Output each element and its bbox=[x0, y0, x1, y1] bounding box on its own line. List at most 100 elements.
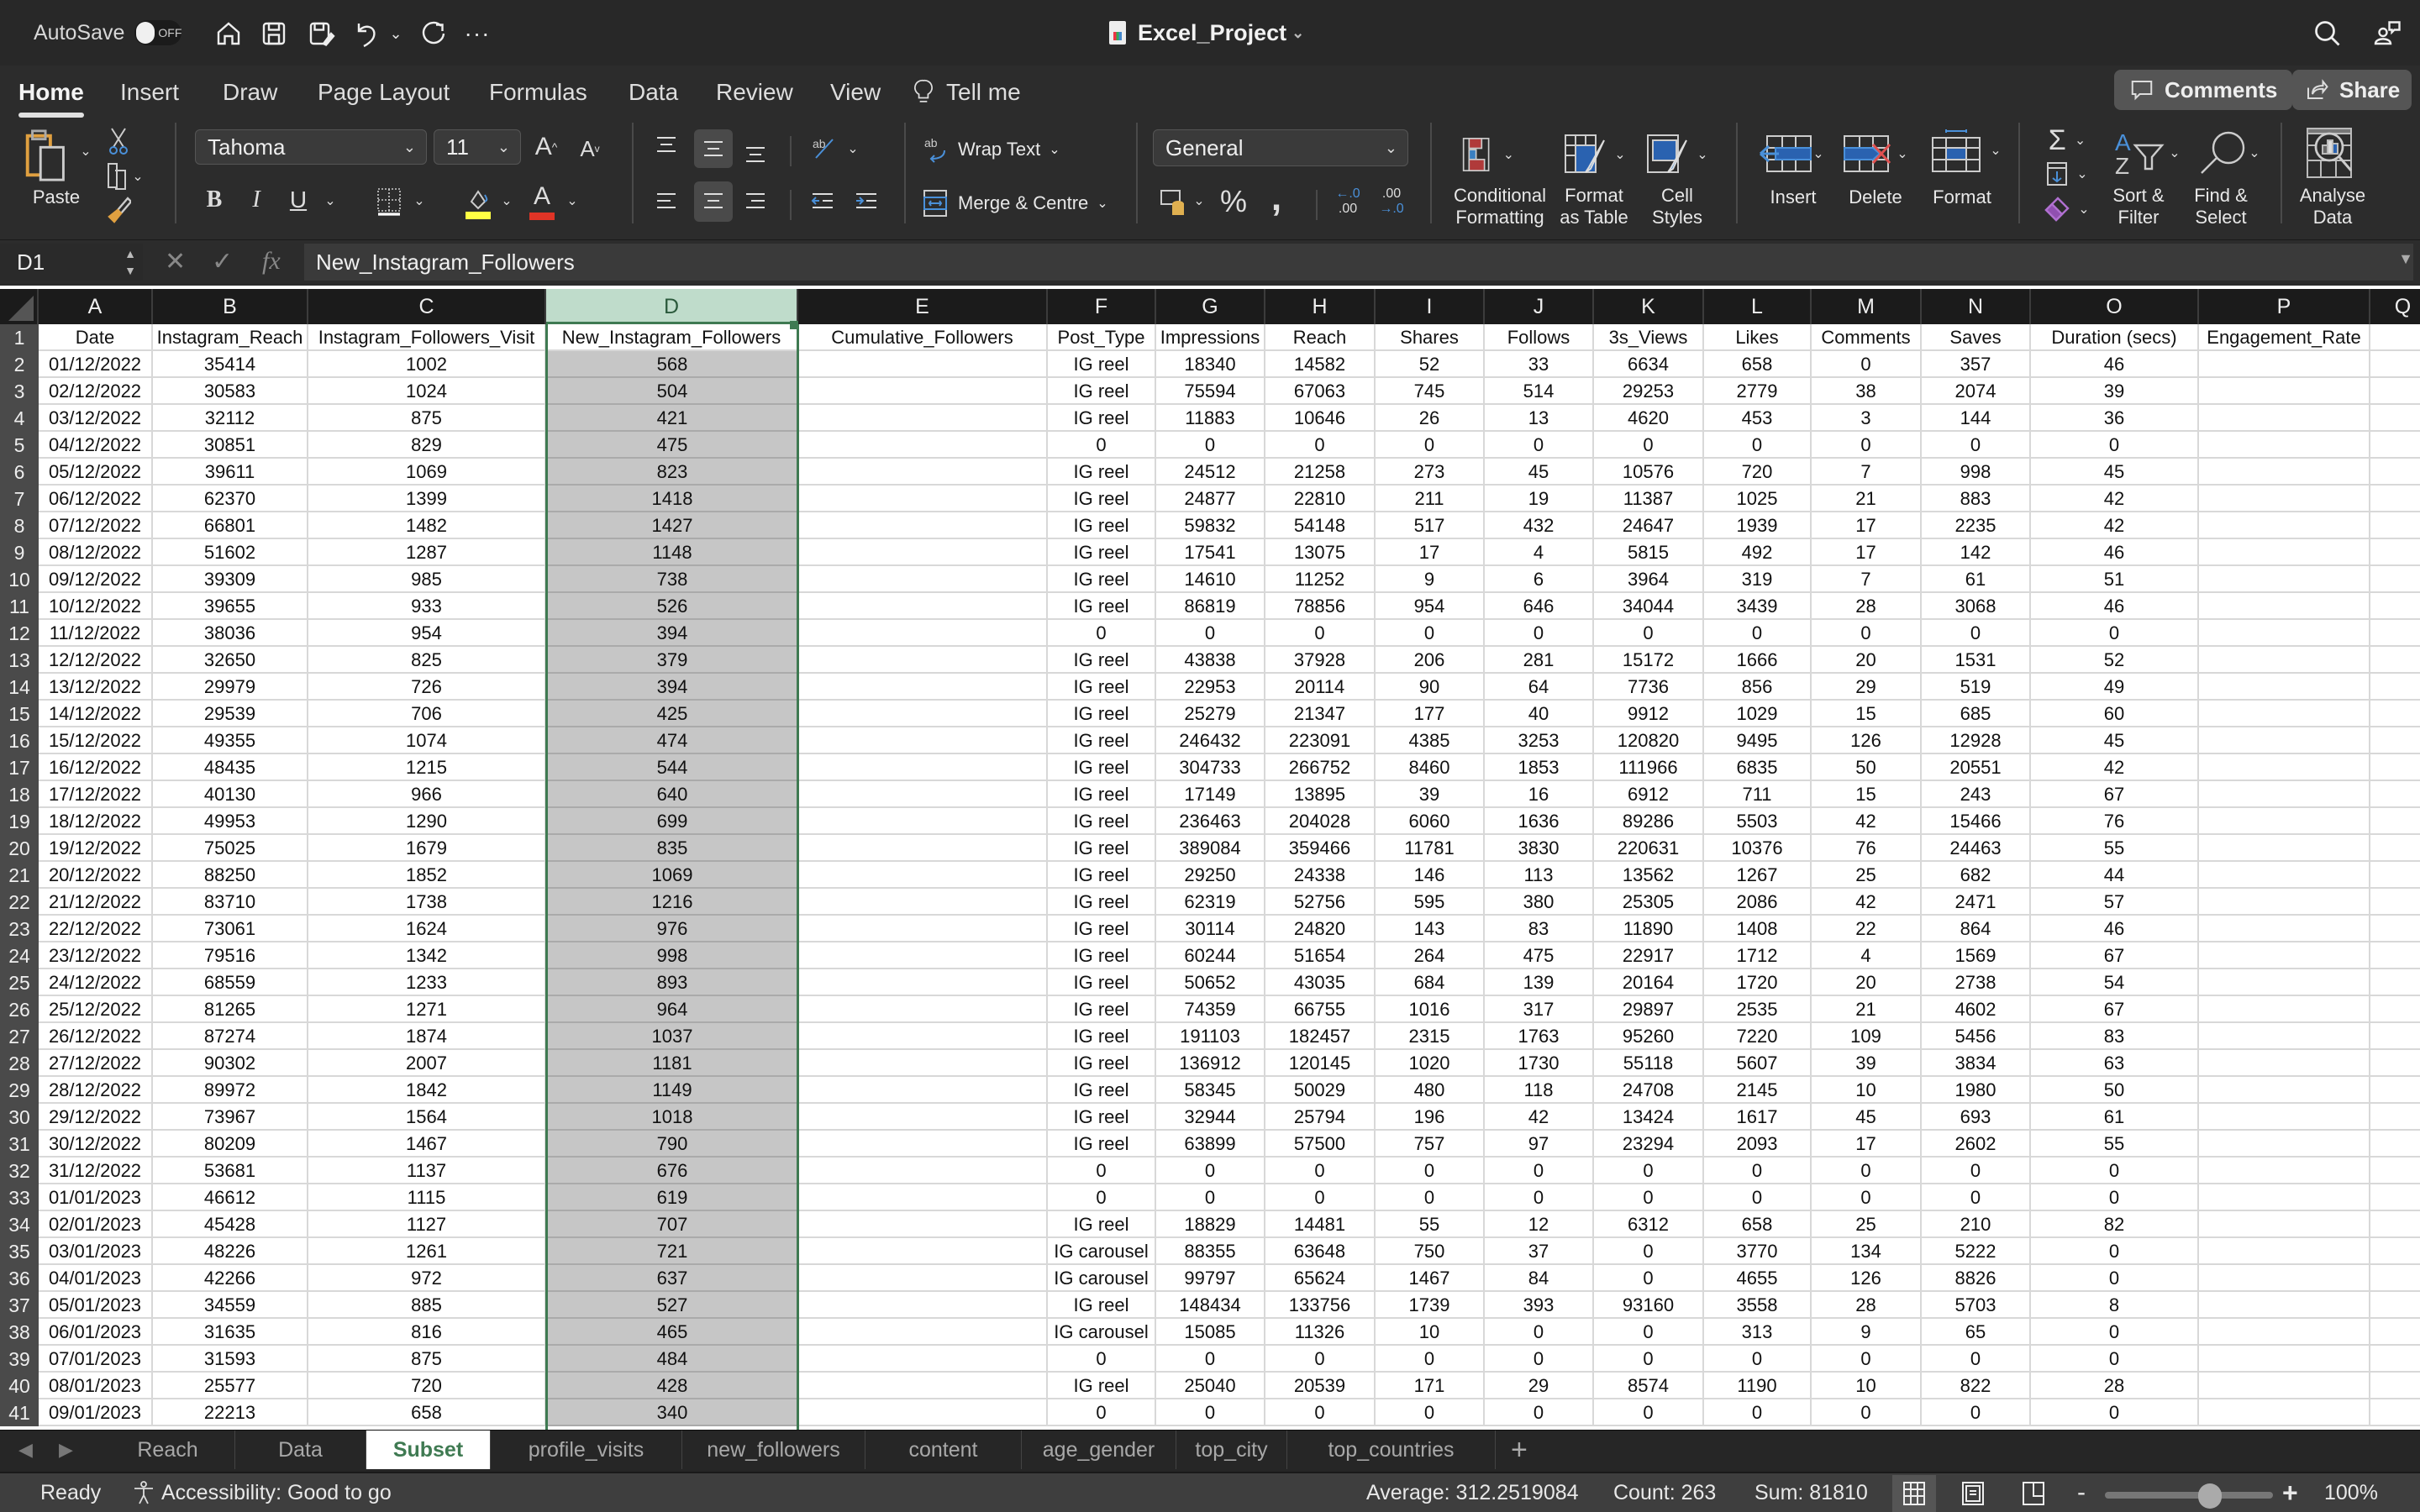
cell[interactable] bbox=[798, 1238, 1048, 1265]
cell[interactable]: 3770 bbox=[1704, 1238, 1812, 1265]
cell[interactable]: 1148 bbox=[546, 539, 798, 566]
cell[interactable]: IG reel bbox=[1048, 1373, 1156, 1399]
cell[interactable]: 380 bbox=[1485, 889, 1594, 916]
underline-dropdown-icon[interactable]: ⌄ bbox=[323, 188, 338, 213]
delete-cells-icon[interactable]: ⌄ bbox=[1840, 133, 1911, 175]
cell[interactable] bbox=[798, 459, 1048, 486]
row-header[interactable]: 6 bbox=[0, 459, 39, 486]
cell[interactable]: 0 bbox=[1922, 620, 2031, 647]
cell[interactable]: 04/12/2022 bbox=[39, 432, 153, 459]
cell[interactable]: 83 bbox=[2031, 1023, 2199, 1050]
cell[interactable]: 3834 bbox=[1922, 1050, 2031, 1077]
header-cell[interactable]: Follows bbox=[1485, 324, 1594, 351]
align-top-icon[interactable] bbox=[654, 129, 679, 163]
normal-view-button[interactable] bbox=[1892, 1475, 1936, 1512]
cell[interactable]: 0 bbox=[1265, 620, 1376, 647]
autosum-icon[interactable]: Σ ⌄ bbox=[2042, 124, 2092, 156]
cell[interactable]: 31635 bbox=[153, 1319, 308, 1346]
cell[interactable] bbox=[798, 916, 1048, 942]
cell[interactable]: 1025 bbox=[1704, 486, 1812, 512]
cell[interactable]: 10376 bbox=[1704, 835, 1812, 862]
cell[interactable]: 30851 bbox=[153, 432, 308, 459]
cell[interactable]: 97 bbox=[1485, 1131, 1594, 1158]
cell[interactable]: 266752 bbox=[1265, 754, 1376, 781]
cell[interactable]: IG reel bbox=[1048, 1292, 1156, 1319]
sheet-tab-subset[interactable]: Subset bbox=[366, 1431, 491, 1469]
cell[interactable] bbox=[2199, 1077, 2370, 1104]
cell[interactable]: 0 bbox=[1376, 1158, 1485, 1184]
cell[interactable]: 11781 bbox=[1376, 835, 1485, 862]
cell-styles-label[interactable]: Cell Styles bbox=[1644, 185, 1711, 228]
cell[interactable]: 0 bbox=[1376, 1346, 1485, 1373]
cell[interactable] bbox=[798, 1319, 1048, 1346]
cell[interactable]: 1564 bbox=[308, 1104, 546, 1131]
cell[interactable]: 20539 bbox=[1265, 1373, 1376, 1399]
sort-filter-label[interactable]: Sort & Filter bbox=[2101, 185, 2176, 228]
cell[interactable]: 23/12/2022 bbox=[39, 942, 153, 969]
cell[interactable]: 1181 bbox=[546, 1050, 798, 1077]
cell[interactable]: 89972 bbox=[153, 1077, 308, 1104]
column-header-l[interactable]: L bbox=[1704, 289, 1812, 324]
header-cell[interactable]: Duration (secs) bbox=[2031, 324, 2199, 351]
cell[interactable]: 08/01/2023 bbox=[39, 1373, 153, 1399]
cell[interactable]: 95260 bbox=[1594, 1023, 1704, 1050]
cell[interactable]: 111966 bbox=[1594, 754, 1704, 781]
cell[interactable]: 144 bbox=[1922, 405, 2031, 432]
cell[interactable] bbox=[2370, 996, 2420, 1023]
cell[interactable]: 1215 bbox=[308, 754, 546, 781]
cell[interactable]: 136912 bbox=[1156, 1050, 1265, 1077]
cell[interactable]: 425 bbox=[546, 701, 798, 727]
cell[interactable]: 196 bbox=[1376, 1104, 1485, 1131]
cell[interactable]: 45428 bbox=[153, 1211, 308, 1238]
sheet-tab-age-gender[interactable]: age_gender bbox=[1022, 1431, 1176, 1469]
sheet-tab-top-countries[interactable]: top_countries bbox=[1287, 1431, 1496, 1469]
cell[interactable]: 57500 bbox=[1265, 1131, 1376, 1158]
cell[interactable]: 17 bbox=[1812, 1131, 1922, 1158]
row-header[interactable]: 30 bbox=[0, 1104, 39, 1131]
zoom-slider[interactable] bbox=[2105, 1492, 2273, 1499]
cell[interactable] bbox=[2199, 1184, 2370, 1211]
cell[interactable]: 0 bbox=[1485, 1158, 1594, 1184]
cell[interactable]: 89286 bbox=[1594, 808, 1704, 835]
zoom-level[interactable]: 100% bbox=[2324, 1473, 2378, 1512]
align-left-icon[interactable] bbox=[654, 185, 679, 218]
cell[interactable]: 658 bbox=[308, 1399, 546, 1426]
cell[interactable]: 0 bbox=[2031, 1238, 2199, 1265]
cell[interactable] bbox=[798, 1265, 1048, 1292]
cell[interactable]: 04/01/2023 bbox=[39, 1265, 153, 1292]
cell[interactable]: 46 bbox=[2031, 916, 2199, 942]
cell[interactable]: 1730 bbox=[1485, 1050, 1594, 1077]
row-header[interactable]: 31 bbox=[0, 1131, 39, 1158]
cell[interactable]: 236463 bbox=[1156, 808, 1265, 835]
cell[interactable]: 0 bbox=[1048, 1184, 1156, 1211]
cell[interactable]: 1074 bbox=[308, 727, 546, 754]
row-header[interactable]: 4 bbox=[0, 405, 39, 432]
tab-home[interactable]: Home bbox=[18, 76, 84, 118]
cell[interactable]: 0 bbox=[1812, 432, 1922, 459]
cell[interactable]: 29250 bbox=[1156, 862, 1265, 889]
cell[interactable]: 0 bbox=[1594, 1346, 1704, 1373]
accounting-format-icon[interactable] bbox=[1158, 185, 1188, 218]
cell[interactable]: 88355 bbox=[1156, 1238, 1265, 1265]
cell[interactable]: 21258 bbox=[1265, 459, 1376, 486]
cell[interactable]: 0 bbox=[1156, 1158, 1265, 1184]
cell[interactable]: 0 bbox=[1048, 432, 1156, 459]
cell[interactable]: 1342 bbox=[308, 942, 546, 969]
cell[interactable]: 357 bbox=[1922, 351, 2031, 378]
cell[interactable]: IG reel bbox=[1048, 539, 1156, 566]
cell[interactable]: 864 bbox=[1922, 916, 2031, 942]
cell[interactable]: 54148 bbox=[1265, 512, 1376, 539]
cell[interactable]: 3 bbox=[1812, 405, 1922, 432]
cell[interactable]: 1427 bbox=[546, 512, 798, 539]
cell[interactable]: 0 bbox=[1812, 1184, 1922, 1211]
cell[interactable] bbox=[2199, 539, 2370, 566]
cell[interactable]: 1267 bbox=[1704, 862, 1812, 889]
cell[interactable]: 264 bbox=[1376, 942, 1485, 969]
header-cell[interactable] bbox=[2370, 324, 2420, 351]
cell[interactable]: 7736 bbox=[1594, 674, 1704, 701]
sheet-tab-data[interactable]: Data bbox=[235, 1431, 366, 1469]
cell[interactable]: 10 bbox=[1376, 1319, 1485, 1346]
fill-color-dropdown-icon[interactable]: ⌄ bbox=[499, 188, 514, 213]
cell[interactable] bbox=[2370, 1373, 2420, 1399]
column-header-q[interactable]: Q bbox=[2370, 289, 2420, 324]
